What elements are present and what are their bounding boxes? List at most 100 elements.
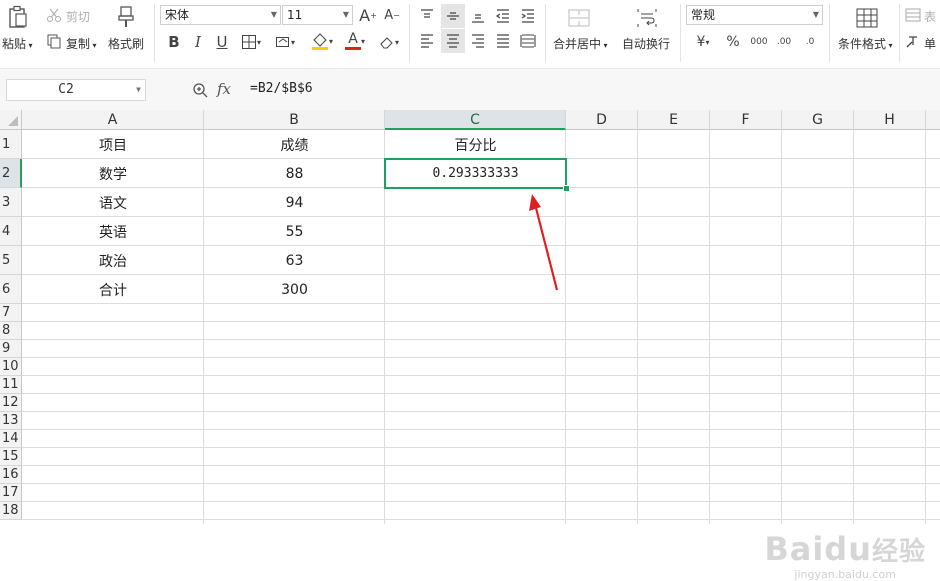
justify-icon[interactable] — [492, 30, 514, 52]
spreadsheet-grid: A B C D E F G H 1 2 3 4 5 6 7 8 9 10 11 … — [0, 110, 940, 581]
font-color-button[interactable]: A ▾ — [340, 30, 370, 52]
decrease-font-size-icon[interactable]: A − — [382, 5, 402, 25]
font-name-select[interactable]: 宋体 ▼ — [160, 5, 281, 25]
row-header-4[interactable]: 4 — [0, 217, 22, 246]
select-all-corner[interactable] — [0, 110, 22, 130]
wrap-text-button[interactable]: 自动换行 — [622, 35, 670, 52]
separator — [829, 4, 830, 62]
merge-center-button[interactable]: 合并居中 ▾ — [553, 35, 608, 52]
decrease-decimal-icon: .0 — [805, 36, 815, 47]
copy-button[interactable]: 复制 ▾ — [66, 35, 97, 52]
font-size-value: 11 — [287, 8, 303, 22]
row-header-10[interactable]: 10 — [0, 358, 22, 376]
cell-style-button[interactable]: 单 — [924, 35, 936, 52]
row-header-1[interactable]: 1 — [0, 130, 22, 159]
bold-button[interactable]: B — [164, 32, 184, 52]
row-header-3[interactable]: 3 — [0, 188, 22, 217]
cell-style-icon[interactable] — [904, 32, 922, 50]
clear-format-button[interactable]: ▾ — [374, 32, 404, 52]
cell-a3[interactable]: 语文 — [22, 188, 204, 217]
cell-c1[interactable]: 百分比 — [385, 130, 566, 159]
chevron-down-icon: ▼ — [812, 10, 819, 19]
row-header-8[interactable]: 8 — [0, 322, 22, 340]
row-header-12[interactable]: 12 — [0, 394, 22, 412]
increase-indent-icon[interactable] — [517, 5, 539, 27]
paste-button[interactable]: 粘贴 ▾ — [2, 35, 33, 52]
separator — [154, 4, 155, 62]
row-header-17[interactable]: 17 — [0, 484, 22, 502]
column-header-f[interactable]: F — [710, 110, 782, 130]
format-painter-button[interactable]: 格式刷 — [108, 35, 144, 52]
font-size-select[interactable]: 11 ▼ — [282, 5, 353, 25]
row-header-18[interactable]: 18 — [0, 502, 22, 520]
row-header-7[interactable]: 7 — [0, 304, 22, 322]
zoom-search-icon[interactable] — [190, 80, 210, 100]
align-center-icon[interactable] — [441, 29, 465, 53]
cut-button[interactable]: 剪切 — [66, 8, 90, 25]
cell-a1[interactable]: 项目 — [22, 130, 204, 159]
grid-line — [22, 465, 940, 466]
underline-button[interactable]: U — [212, 32, 232, 52]
column-header-b[interactable]: B — [204, 110, 385, 130]
cell-b1[interactable]: 成绩 — [204, 130, 385, 159]
format-painter-icon[interactable] — [114, 4, 138, 30]
align-left-icon[interactable] — [416, 30, 438, 52]
row-header-11[interactable]: 11 — [0, 376, 22, 394]
cell-a5[interactable]: 政治 — [22, 246, 204, 275]
decrease-decimal-button[interactable]: .0 — [798, 32, 822, 52]
paste-label: 粘贴 — [2, 37, 27, 51]
copy-icon[interactable] — [45, 32, 63, 50]
percent-button[interactable]: % — [722, 32, 744, 52]
column-header-partial[interactable] — [926, 110, 940, 130]
column-header-g[interactable]: G — [782, 110, 854, 130]
cell-b2[interactable]: 88 — [204, 159, 385, 188]
row-header-13[interactable]: 13 — [0, 412, 22, 430]
column-header-a[interactable]: A — [22, 110, 204, 130]
conditional-format-icon[interactable] — [854, 6, 880, 30]
scissors-icon[interactable] — [45, 6, 63, 24]
cell-fill-style-button[interactable]: ▾ — [270, 32, 300, 52]
formula-input[interactable]: =B2/$B$6 — [250, 81, 313, 96]
decrease-indent-icon[interactable] — [492, 5, 514, 27]
wrap-text-icon[interactable] — [634, 6, 660, 30]
cell-a4[interactable]: 英语 — [22, 217, 204, 246]
row-header-15[interactable]: 15 — [0, 448, 22, 466]
cell-b4[interactable]: 55 — [204, 217, 385, 246]
column-header-d[interactable]: D — [566, 110, 638, 130]
function-icon[interactable]: fx — [217, 80, 231, 98]
border-button[interactable]: ▾ — [236, 32, 266, 52]
name-box[interactable]: C2 ▼ — [6, 79, 146, 101]
align-right-icon[interactable] — [467, 30, 489, 52]
align-bottom-icon[interactable] — [467, 5, 489, 27]
row-header-2[interactable]: 2 — [0, 159, 22, 188]
cell-a2[interactable]: 数学 — [22, 159, 204, 188]
number-format-select[interactable]: 常规 ▼ — [686, 5, 823, 25]
fill-color-button[interactable]: ▾ — [306, 30, 338, 52]
row-header-9[interactable]: 9 — [0, 340, 22, 358]
thousands-separator-button[interactable]: 000 — [748, 32, 770, 52]
align-top-icon[interactable] — [416, 5, 438, 27]
table-style-icon[interactable] — [904, 6, 922, 24]
paste-icon[interactable] — [6, 4, 30, 30]
increase-font-size-icon[interactable]: A + — [358, 5, 378, 25]
column-header-c[interactable]: C — [385, 110, 566, 130]
column-header-e[interactable]: E — [638, 110, 710, 130]
font-name-value: 宋体 — [165, 8, 190, 22]
row-header-14[interactable]: 14 — [0, 430, 22, 448]
cell-a6[interactable]: 合计 — [22, 275, 204, 304]
currency-button[interactable]: ¥ ▾ — [690, 32, 716, 52]
row-header-6[interactable]: 6 — [0, 275, 22, 304]
italic-button[interactable]: I — [188, 32, 208, 52]
row-header-5[interactable]: 5 — [0, 246, 22, 275]
conditional-format-button[interactable]: 条件格式 ▾ — [838, 35, 893, 52]
increase-decimal-button[interactable]: .00 — [772, 32, 796, 52]
row-header-16[interactable]: 16 — [0, 466, 22, 484]
cell-b5[interactable]: 63 — [204, 246, 385, 275]
merge-cells-icon[interactable] — [566, 6, 592, 30]
align-middle-icon[interactable] — [441, 4, 465, 28]
cell-b6[interactable]: 300 — [204, 275, 385, 304]
column-header-h[interactable]: H — [854, 110, 926, 130]
table-style-button[interactable]: 表 — [924, 8, 936, 25]
cell-b3[interactable]: 94 — [204, 188, 385, 217]
distributed-icon[interactable] — [517, 30, 539, 52]
